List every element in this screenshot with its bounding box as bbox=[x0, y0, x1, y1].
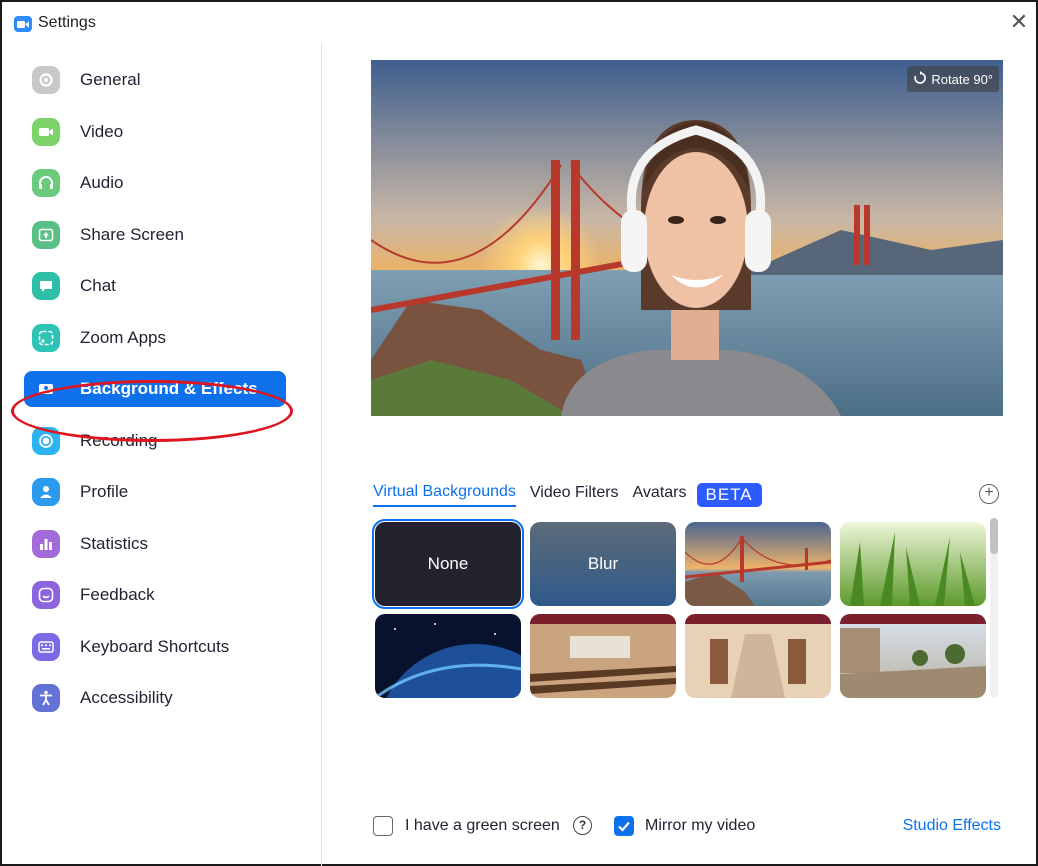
background-thumb-golden-gate[interactable] bbox=[685, 522, 831, 606]
sidebar-item-label: Background & Effects bbox=[80, 379, 258, 398]
profile-icon bbox=[32, 478, 60, 506]
sidebar-item-label: Accessibility bbox=[80, 688, 173, 707]
background-thumb-image bbox=[375, 614, 521, 698]
background-thumb-courtyard[interactable] bbox=[840, 614, 986, 698]
background-thumb-earth-space[interactable] bbox=[375, 614, 521, 698]
green-screen-checkbox[interactable] bbox=[373, 816, 393, 836]
chat-bubble-icon bbox=[32, 272, 60, 300]
close-icon: ✕ bbox=[1009, 10, 1029, 35]
background-thumb-label: Blur bbox=[587, 554, 619, 573]
sidebar-item-label: Keyboard Shortcuts bbox=[80, 636, 230, 656]
sidebar-item-chat[interactable]: Chat bbox=[24, 268, 286, 304]
title-bar: Settings ✕ bbox=[2, 2, 1036, 42]
plus-icon: + bbox=[984, 484, 994, 501]
headphones-icon bbox=[32, 169, 60, 197]
tab-virtual-backgrounds[interactable]: Virtual Backgrounds bbox=[373, 483, 516, 507]
background-thumb-grass[interactable] bbox=[840, 522, 986, 606]
background-thumb-label: None bbox=[427, 554, 469, 573]
video-preview-image bbox=[371, 60, 1003, 416]
sidebar-item-feedback[interactable]: Feedback bbox=[24, 577, 286, 613]
sidebar-item-label: Recording bbox=[80, 430, 158, 450]
sidebar-item-label: Statistics bbox=[80, 533, 149, 553]
sidebar-item-label: Zoom Apps bbox=[80, 327, 166, 347]
background-icon bbox=[32, 375, 60, 403]
help-icon[interactable]: ? bbox=[573, 816, 592, 835]
share-screen-icon bbox=[32, 220, 60, 249]
background-thumb-lecture-hall[interactable] bbox=[530, 614, 676, 698]
green-screen-label: I have a green screen bbox=[405, 817, 560, 834]
background-thumb-blur[interactable]: Blur bbox=[530, 522, 676, 606]
background-thumb-image bbox=[530, 614, 676, 698]
feedback-smile-icon bbox=[32, 581, 60, 609]
scrollbar-thumb[interactable] bbox=[990, 518, 998, 554]
background-thumb-image bbox=[685, 522, 831, 606]
rotate-label: Rotate 90° bbox=[931, 71, 993, 87]
settings-window: Settings ✕ General Video Audio Share Screen… bbox=[0, 0, 1038, 866]
sidebar-item-general[interactable]: General bbox=[24, 62, 286, 98]
sidebar-item-profile[interactable]: Profile bbox=[24, 474, 286, 510]
options-footer: I have a green screen ? Mirror my video … bbox=[373, 812, 1003, 842]
background-thumb-hallway[interactable] bbox=[685, 614, 831, 698]
sidebar-item-video[interactable]: Video bbox=[24, 114, 286, 150]
background-thumb-image bbox=[840, 614, 986, 698]
sidebar-item-label: General bbox=[80, 70, 141, 89]
gear-icon bbox=[32, 66, 60, 94]
sidebar-item-label: Audio bbox=[80, 173, 124, 192]
sidebar-item-audio[interactable]: Audio bbox=[24, 165, 286, 201]
studio-effects-link[interactable]: Studio Effects bbox=[903, 817, 1001, 835]
rotate-button[interactable]: Rotate 90° bbox=[907, 66, 999, 92]
sidebar-item-label: Profile bbox=[80, 482, 129, 501]
statistics-icon bbox=[32, 529, 60, 558]
tab-avatars[interactable]: Avatars bbox=[633, 484, 687, 506]
sidebar-item-label: Video bbox=[80, 121, 124, 141]
apps-icon bbox=[32, 323, 60, 352]
sidebar-item-keyboard-shortcuts[interactable]: Keyboard Shortcuts bbox=[24, 629, 286, 665]
sidebar-item-recording[interactable]: Recording bbox=[24, 423, 286, 459]
checkmark-icon bbox=[618, 821, 630, 832]
background-thumb-image bbox=[840, 522, 986, 606]
background-effects-panel: Rotate 90° Virtual Backgrounds Video Fil… bbox=[323, 42, 1038, 866]
beta-badge: BETA bbox=[696, 483, 762, 507]
settings-sidebar: General Video Audio Share Screen Chat Zoom Ap… bbox=[2, 42, 322, 866]
tab-video-filters[interactable]: Video Filters bbox=[530, 484, 619, 506]
video-camera-icon bbox=[32, 117, 60, 146]
video-preview: Rotate 90° bbox=[371, 60, 1003, 416]
accessibility-icon bbox=[32, 684, 60, 712]
sidebar-item-share-screen[interactable]: Share Screen bbox=[24, 217, 286, 253]
effects-tabs: Virtual Backgrounds Video Filters Avatar… bbox=[373, 480, 762, 510]
sidebar-item-zoom-apps[interactable]: Zoom Apps bbox=[24, 320, 286, 356]
zoom-logo-icon bbox=[14, 16, 32, 32]
background-scrollbar[interactable] bbox=[990, 518, 998, 698]
add-background-button[interactable]: + bbox=[979, 484, 999, 504]
keyboard-icon bbox=[32, 632, 60, 661]
mirror-video-label: Mirror my video bbox=[645, 817, 756, 834]
sidebar-item-label: Share Screen bbox=[80, 224, 184, 244]
record-icon bbox=[32, 426, 60, 455]
sidebar-item-label: Feedback bbox=[80, 585, 155, 604]
sidebar-item-accessibility[interactable]: Accessibility bbox=[24, 680, 286, 716]
window-title: Settings bbox=[38, 14, 96, 31]
mirror-video-checkbox[interactable] bbox=[614, 816, 634, 836]
background-grid: None Blur bbox=[372, 519, 995, 700]
sidebar-item-background-and-effects[interactable]: Background & Effects bbox=[24, 371, 286, 407]
close-button[interactable]: ✕ bbox=[1006, 10, 1032, 36]
background-thumb-image bbox=[685, 614, 831, 698]
sidebar-item-label: Chat bbox=[80, 276, 116, 295]
background-thumb-none[interactable]: None bbox=[372, 519, 524, 609]
rotate-icon bbox=[913, 70, 927, 88]
sidebar-item-statistics[interactable]: Statistics bbox=[24, 526, 286, 562]
